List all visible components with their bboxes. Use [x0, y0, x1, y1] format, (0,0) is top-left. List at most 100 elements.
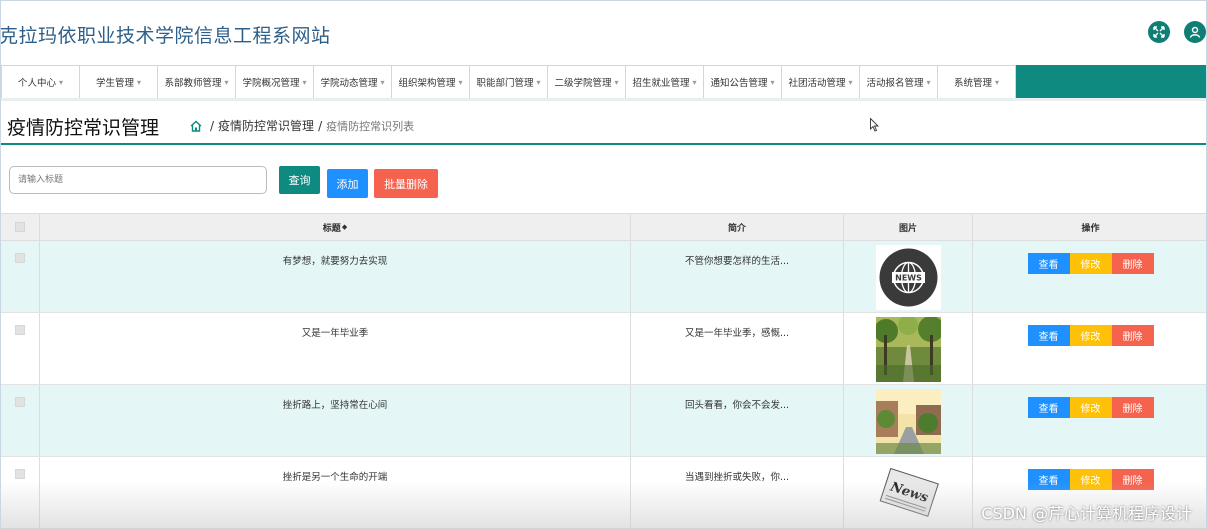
row-pic-cell: NEWS [844, 241, 973, 312]
expand-icon[interactable] [1148, 21, 1170, 43]
row-ops: 查看 修改 删除 [973, 241, 1206, 312]
row-intro: 不管你想要怎样的生活... [631, 241, 844, 312]
header-title[interactable]: 标题 ◆ [40, 214, 631, 240]
table-row: 挫折路上，坚持常在心间 回头看看，你会不会发... 查看 修改 删除 [1, 385, 1206, 457]
campus-street-photo[interactable] [875, 389, 941, 454]
caret-down-icon: ▾ [614, 77, 619, 87]
user-icon[interactable] [1184, 21, 1206, 43]
watermark: CSDN @芹心计算机程序设计 [981, 504, 1192, 523]
delete-button[interactable]: 删除 [1111, 325, 1154, 346]
caret-down-icon: ▾ [380, 77, 385, 87]
nav-item-clubs[interactable]: 社团活动管理 ▾ [781, 65, 860, 98]
tree-road-photo[interactable] [875, 317, 941, 382]
breadcrumb-item[interactable]: 疫情防控常识管理 [218, 117, 314, 134]
nav-label: 系统管理 [953, 78, 992, 89]
home-icon[interactable] [189, 119, 203, 133]
row-pic-cell [844, 385, 973, 456]
caret-down-icon: ▾ [692, 77, 697, 87]
delete-button[interactable]: 删除 [1111, 397, 1154, 418]
breadcrumb-bar: 疫情防控常识管理 / 疫情防控常识管理 / 疫情防控常识列表 [1, 98, 1206, 145]
breadcrumb-separator: / [318, 118, 323, 133]
delete-button[interactable]: 删除 [1111, 469, 1154, 490]
view-button[interactable]: 查看 [1027, 253, 1070, 274]
table-row: 又是一年毕业季 又是一年毕业季，感慨... 查看 修改 删除 [1, 313, 1206, 385]
nav-label: 学生管理 [95, 78, 134, 89]
nav-label: 二级学院管理 [554, 78, 612, 89]
nav-item-news[interactable]: 学院动态管理 ▾ [313, 65, 392, 98]
nav-item-notices[interactable]: 通知公告管理 ▾ [703, 65, 782, 98]
nav-label: 系部教师管理 [164, 78, 222, 89]
nav-item-org[interactable]: 组织架构管理 ▾ [391, 65, 470, 98]
caret-down-icon: ▾ [302, 77, 307, 87]
caret-down-icon: ▾ [536, 77, 541, 87]
nav-item-departments[interactable]: 职能部门管理 ▾ [469, 65, 548, 98]
nav-item-teachers[interactable]: 系部教师管理 ▾ [157, 65, 236, 98]
header-checkbox-cell [1, 214, 40, 240]
site-title: 克拉玛依职业技术学院信息工程系网站 [0, 25, 331, 47]
caret-down-icon: ▾ [926, 77, 931, 87]
header-ops: 操作 [1081, 223, 1100, 234]
row-checkbox-cell [1, 457, 40, 528]
view-button[interactable]: 查看 [1027, 397, 1070, 418]
row-checkbox[interactable] [15, 325, 25, 335]
row-checkbox[interactable] [15, 397, 25, 407]
view-button[interactable]: 查看 [1027, 469, 1070, 490]
row-title: 挫折是另一个生命的开端 [40, 457, 631, 528]
row-ops: 查看 修改 删除 [973, 313, 1206, 384]
row-title: 又是一年毕业季 [40, 313, 631, 384]
nav-label: 通知公告管理 [710, 78, 768, 89]
row-title: 挫折路上，坚持常在心间 [40, 385, 631, 456]
table-row: 有梦想，就要努力去实现 不管你想要怎样的生活... NEWS 查看 修改 删除 [1, 241, 1206, 313]
caret-down-icon: ▾ [224, 77, 229, 87]
nav-label: 学院动态管理 [320, 78, 378, 89]
edit-button[interactable]: 修改 [1069, 397, 1112, 418]
edit-button[interactable]: 修改 [1069, 325, 1112, 346]
row-ops: 查看 修改 删除 [973, 385, 1206, 456]
nav-label: 组织架构管理 [398, 78, 456, 89]
row-checkbox-cell [1, 241, 40, 312]
caret-down-icon: ▾ [137, 77, 142, 87]
row-intro: 当遇到挫折或失败，你... [631, 457, 844, 528]
edit-button[interactable]: 修改 [1069, 253, 1112, 274]
header-title-label: 标题 [322, 223, 341, 234]
table-header: 标题 ◆ 简介 图片 操作 [1, 213, 1206, 241]
nav-item-overview[interactable]: 学院概况管理 ▾ [235, 65, 314, 98]
news-globe-icon[interactable]: NEWS [875, 245, 941, 310]
nav-item-signups[interactable]: 活动报名管理 ▾ [859, 65, 938, 98]
row-checkbox-cell [1, 313, 40, 384]
header-pic: 图片 [844, 214, 973, 240]
caret-down-icon: ▾ [848, 77, 853, 87]
caret-down-icon: ▾ [458, 77, 463, 87]
view-button[interactable]: 查看 [1027, 325, 1070, 346]
row-pic-cell: News [844, 457, 973, 528]
batch-delete-button[interactable]: 批量删除 [374, 169, 438, 198]
header-intro: 简介 [631, 214, 844, 240]
nav-item-system[interactable]: 系统管理 ▾ [937, 65, 1016, 98]
row-pic-cell [844, 313, 973, 384]
nav-item-students[interactable]: 学生管理 ▾ [79, 65, 158, 98]
add-button[interactable]: 添加 [327, 169, 368, 198]
mouse-cursor-icon [870, 118, 880, 132]
nav-item-admissions[interactable]: 招生就业管理 ▾ [625, 65, 704, 98]
app-frame: 克拉玛依职业技术学院信息工程系网站 个人中心 ▾ 学生管理 ▾ 系部教师管理 ▾ 学院… [0, 0, 1207, 530]
site-header: 克拉玛依职业技术学院信息工程系网站 [0, 1, 1206, 65]
nav-item-colleges[interactable]: 二级学院管理 ▾ [547, 65, 626, 98]
sort-icon[interactable]: ◆ [342, 223, 347, 231]
row-title: 有梦想，就要努力去实现 [40, 241, 631, 312]
nav-label: 招生就业管理 [632, 78, 690, 89]
top-nav: 个人中心 ▾ 学生管理 ▾ 系部教师管理 ▾ 学院概况管理 ▾ 学院动态管理 ▾ 组织架构… [1, 65, 1206, 98]
breadcrumb: / 疫情防控常识管理 / 疫情防控常识列表 [189, 117, 414, 134]
row-checkbox[interactable] [15, 469, 25, 479]
nav-item-personal[interactable]: 个人中心 ▾ [1, 65, 80, 98]
search-input[interactable] [9, 166, 267, 194]
delete-button[interactable]: 删除 [1111, 253, 1154, 274]
row-checkbox[interactable] [15, 253, 25, 263]
newspaper-photo[interactable]: News [875, 461, 941, 526]
select-all-checkbox[interactable] [15, 222, 25, 232]
svg-text:NEWS: NEWS [895, 274, 922, 283]
row-intro: 回头看看，你会不会发... [631, 385, 844, 456]
caret-down-icon: ▾ [59, 77, 64, 87]
query-button[interactable]: 查询 [279, 166, 320, 194]
row-intro: 又是一年毕业季，感慨... [631, 313, 844, 384]
edit-button[interactable]: 修改 [1069, 469, 1112, 490]
